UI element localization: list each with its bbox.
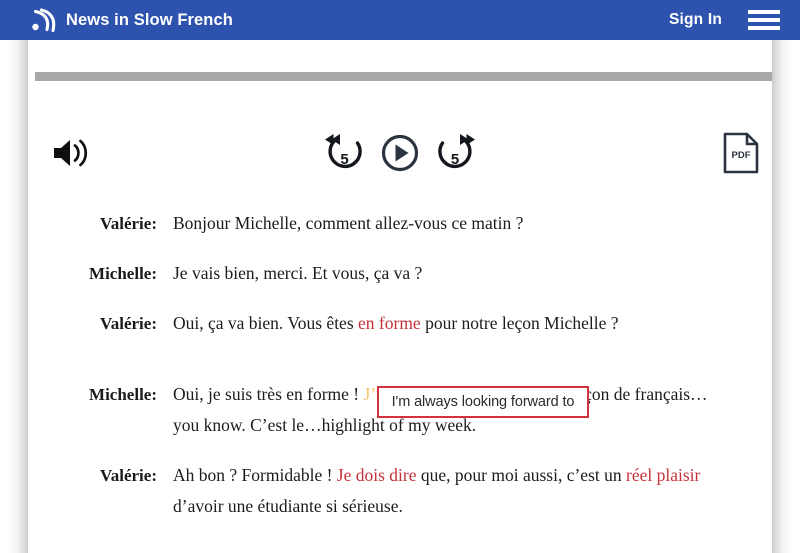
play-icon[interactable] <box>380 133 420 173</box>
hamburger-bar-1 <box>748 10 780 14</box>
segment-plain: d’avoir une étudiante si sérieuse. <box>173 496 403 516</box>
page-root: News in Slow French Sign In 5 5 PDF Valé… <box>0 0 800 553</box>
volume-speaker-icon[interactable] <box>50 133 96 173</box>
sign-in-button[interactable]: Sign In <box>669 11 722 29</box>
forward-5-icon[interactable]: 5 <box>436 132 476 174</box>
brand-title: News in Slow French <box>66 10 233 29</box>
hamburger-bar-2 <box>748 18 780 22</box>
svg-text:PDF: PDF <box>732 150 751 161</box>
segment-plain: pour notre leçon Michelle ? <box>420 313 619 333</box>
utterance-text[interactable]: Oui, ça va bien. Vous êtes en forme pour… <box>173 308 718 339</box>
highlighted-phrase-reel-plaisir[interactable]: réel plaisir <box>626 465 700 485</box>
highlighted-phrase-je-dois-dire[interactable]: Je dois dire <box>337 465 417 485</box>
audio-wave-icon <box>32 8 56 33</box>
audio-player-controls: 5 5 PDF <box>28 125 772 185</box>
svg-text:5: 5 <box>340 151 348 168</box>
transcript-dialogue: Valérie: Bonjour Michelle, comment allez… <box>28 208 772 541</box>
segment-plain: Je vais bien, merci. Et vous, ça va ? <box>173 263 423 283</box>
transcript-line: Valérie: Oui, ça va bien. Vous êtes en f… <box>28 308 772 339</box>
page-shadow-right <box>772 40 800 553</box>
svg-text:5: 5 <box>451 151 459 168</box>
segment-plain: Bonjour Michelle, comment allez-vous ce … <box>173 213 524 233</box>
utterance-text[interactable]: Je vais bien, merci. Et vous, ça va ? <box>173 258 718 289</box>
utterance-text[interactable]: Bonjour Michelle, comment allez-vous ce … <box>173 208 718 239</box>
brand-logo[interactable]: News in Slow French <box>30 0 233 40</box>
utterance-text[interactable]: Ah bon ? Formidable ! Je dois dire que, … <box>173 460 718 522</box>
pdf-document-icon[interactable]: PDF <box>722 132 760 174</box>
speaker-name: Michelle: <box>89 264 157 283</box>
segment-plain: Ah bon ? Formidable ! <box>173 465 337 485</box>
speaker-name: Valérie: <box>100 214 157 233</box>
speaker-name: Michelle: <box>89 385 157 404</box>
transcript-line: Valérie: Ah bon ? Formidable ! Je dois d… <box>28 460 772 522</box>
top-navigation-bar: News in Slow French Sign In <box>0 0 800 40</box>
page-shadow-left <box>0 40 28 553</box>
speaker-name: Valérie: <box>100 314 157 333</box>
segment-plain: que, pour moi aussi, c’est un <box>416 465 626 485</box>
highlighted-phrase-en-forme[interactable]: en forme <box>358 313 421 333</box>
translation-tooltip-text: I'm always looking forward to <box>391 394 575 410</box>
segment-plain: Oui, je suis très en forme ! <box>173 384 364 404</box>
audio-progress-bar[interactable] <box>35 72 772 81</box>
rewind-5-icon[interactable]: 5 <box>324 132 364 174</box>
transcript-line: Michelle: Je vais bien, merci. Et vous, … <box>28 258 772 289</box>
content-card: 5 5 PDF Valérie: Bonjour Michelle, comme… <box>28 40 772 553</box>
transport-controls: 5 5 <box>324 130 476 176</box>
segment-plain: Oui, ça va bien. Vous êtes <box>173 313 359 333</box>
nav-right-group: Sign In <box>669 0 780 40</box>
hamburger-menu-icon[interactable] <box>748 8 780 32</box>
transcript-line: Valérie: Bonjour Michelle, comment allez… <box>28 208 772 239</box>
speaker-name: Valérie: <box>100 466 157 485</box>
hamburger-bar-3 <box>748 26 780 30</box>
translation-tooltip: I'm always looking forward to <box>377 386 589 418</box>
